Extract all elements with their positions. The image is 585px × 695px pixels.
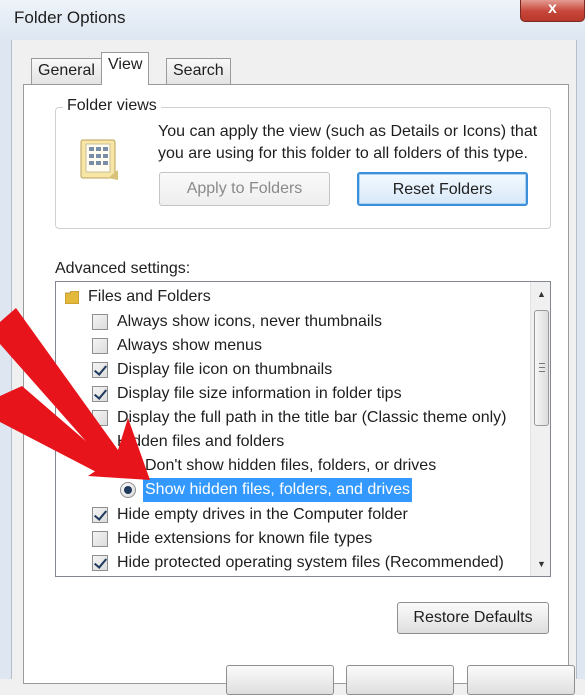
checkbox-row[interactable]: Always show icons, never thumbnails: [56, 310, 526, 334]
scroll-down-arrow-icon[interactable]: ▼: [531, 554, 550, 574]
scrollbar-thumb[interactable]: [534, 310, 549, 426]
radio-row-selected[interactable]: Show hidden files, folders, and drives: [56, 478, 526, 502]
apply-to-folders-label: Apply to Folders: [186, 180, 303, 197]
checkbox-label: Hide protected operating system files (R…: [117, 554, 504, 571]
scroll-up-arrow-icon[interactable]: ▲: [531, 284, 550, 304]
tab-general[interactable]: General: [31, 58, 102, 84]
reset-folders-button[interactable]: Reset Folders: [357, 172, 528, 206]
apply-button[interactable]: [467, 665, 575, 695]
radio-label: Don't show hidden files, folders, or dri…: [145, 457, 437, 474]
radio-row[interactable]: Don't show hidden files, folders, or dri…: [56, 454, 526, 478]
checkbox[interactable]: [92, 338, 108, 354]
checkbox-checked[interactable]: [92, 386, 108, 402]
ok-button[interactable]: [226, 665, 334, 695]
tree-group-label: Hidden files and folders: [117, 433, 285, 450]
advanced-settings-list[interactable]: Files and Folders Always show icons, nev…: [55, 281, 551, 577]
close-icon: x: [548, 0, 557, 17]
window-frame-right: [576, 40, 585, 679]
checkbox-row[interactable]: Display the full path in the title bar (…: [56, 406, 526, 430]
apply-to-folders-button[interactable]: Apply to Folders: [159, 172, 330, 206]
tree-item-hidden-files-group: Hidden files and folders: [56, 430, 526, 454]
grip-icon: [539, 363, 545, 372]
radio-button-checked[interactable]: [120, 482, 136, 498]
checkbox-label: Display the full path in the title bar (…: [117, 409, 507, 426]
cancel-button[interactable]: [346, 665, 454, 695]
restore-defaults-button[interactable]: Restore Defaults: [397, 602, 549, 634]
folder-icon: [65, 291, 79, 304]
checkbox-row[interactable]: Hide protected operating system files (R…: [56, 551, 526, 575]
folder-views-description: You can apply the view (such as Details …: [158, 123, 538, 162]
checkbox[interactable]: [92, 314, 108, 330]
tab-view[interactable]: View: [101, 52, 150, 85]
tree-item-files-and-folders[interactable]: Files and Folders: [56, 285, 526, 309]
tab-search-label: Search: [173, 62, 224, 79]
checkbox-checked[interactable]: [92, 507, 108, 523]
checkbox-row[interactable]: Display file size information in folder …: [56, 382, 526, 406]
checkbox-checked[interactable]: [92, 555, 108, 571]
checkbox-row[interactable]: Always show menus: [56, 334, 526, 358]
checkbox-label: Display file icon on thumbnails: [117, 361, 333, 378]
checkbox-row[interactable]: Display file icon on thumbnails: [56, 358, 526, 382]
folder-view-icon: [80, 139, 118, 180]
checkbox-label: Hide empty drives in the Computer folder: [117, 506, 408, 523]
reset-folders-label: Reset Folders: [392, 181, 493, 198]
title-bar: Folder Options: [0, 0, 585, 40]
checkbox-row[interactable]: Hide empty drives in the Computer folder: [56, 503, 526, 527]
tab-search[interactable]: Search: [166, 58, 231, 84]
window-title: Folder Options: [14, 8, 126, 27]
window-frame-left: [0, 40, 12, 679]
tree-item-label: Files and Folders: [88, 288, 211, 305]
checkbox-checked[interactable]: [92, 362, 108, 378]
checkbox[interactable]: [92, 410, 108, 426]
checkbox-label: Always show icons, never thumbnails: [117, 313, 383, 330]
vertical-scrollbar[interactable]: ▲ ▼: [530, 282, 550, 576]
tab-general-label: General: [38, 62, 95, 79]
folder-views-label: Folder views: [63, 97, 161, 115]
advanced-settings-label: Advanced settings:: [55, 260, 191, 277]
checkbox-label: Always show menus: [117, 337, 262, 354]
checkbox[interactable]: [92, 531, 108, 547]
checkbox-row[interactable]: Hide extensions for known file types: [56, 527, 526, 551]
restore-defaults-label: Restore Defaults: [413, 609, 533, 626]
close-button[interactable]: x: [520, 0, 585, 22]
radio-label: Show hidden files, folders, and drives: [143, 478, 413, 502]
radio-button[interactable]: [120, 458, 136, 474]
tab-view-label: View: [108, 56, 143, 73]
checkbox-label: Display file size information in folder …: [117, 385, 402, 402]
checkbox-label: Hide extensions for known file types: [117, 530, 373, 547]
